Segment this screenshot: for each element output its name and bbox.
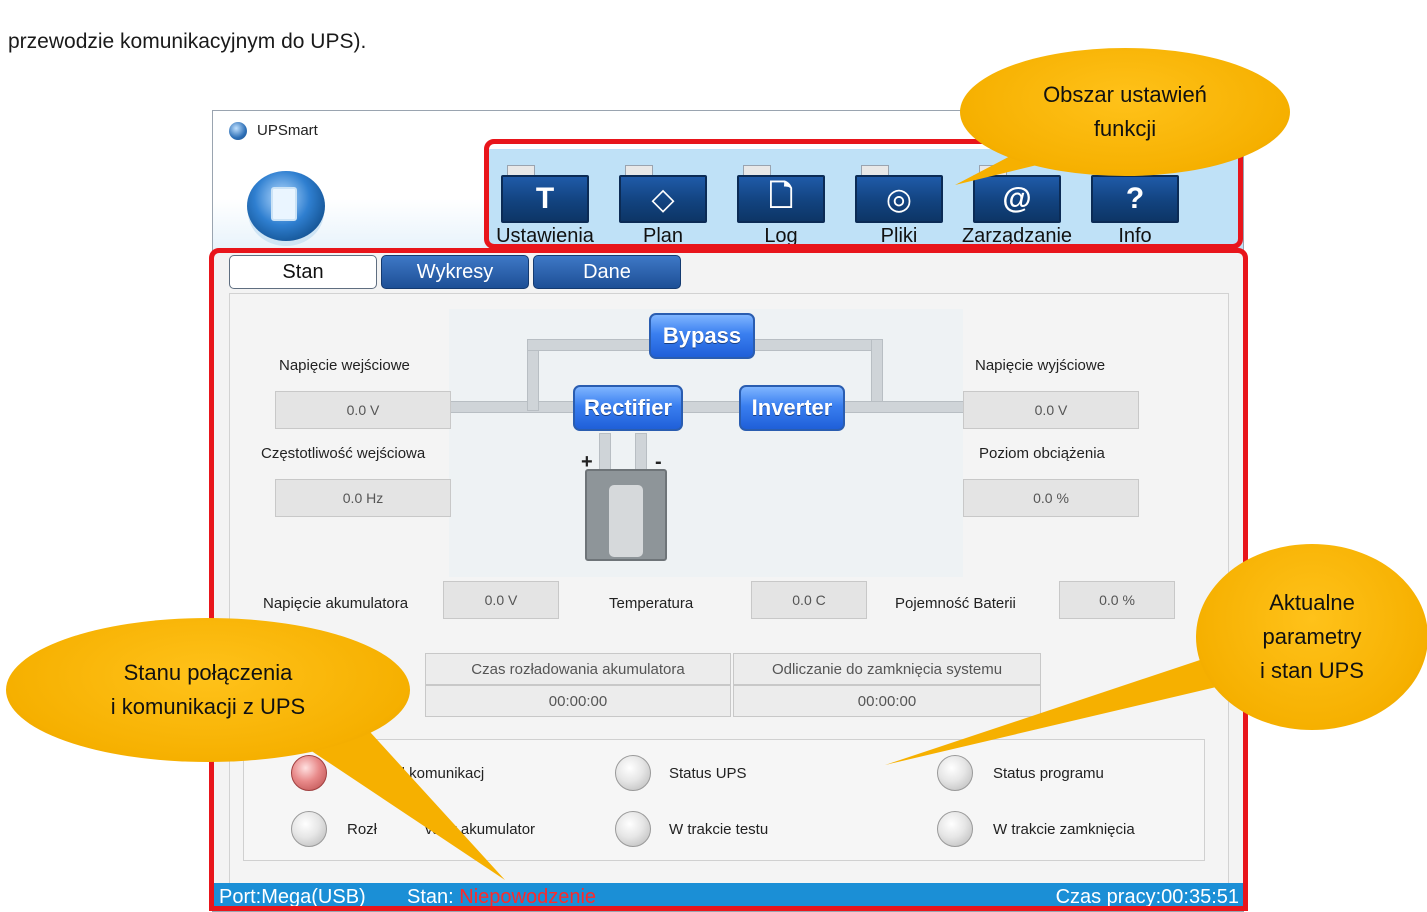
params-callout-line3: i stan UPS bbox=[1260, 658, 1364, 684]
params-callout-line2: parametry bbox=[1262, 623, 1362, 649]
connection-callout: Stanu połączenia i komunikacji z UPS bbox=[6, 618, 410, 762]
settings-callout-line1: Obszar ustawień bbox=[1043, 81, 1207, 107]
params-callout: Aktualne parametry i stan UPS bbox=[1196, 544, 1427, 730]
conn-callout-line2: i komunikacji z UPS bbox=[110, 694, 306, 719]
settings-callout-line2: funkcji bbox=[1093, 116, 1157, 141]
callout-text: Stanu połączenia i komunikacji z UPS bbox=[6, 618, 410, 762]
callout-text: Aktualne parametry i stan UPS bbox=[1196, 544, 1427, 730]
settings-callout: Obszar ustawień funkcji bbox=[960, 48, 1290, 176]
conn-callout-line1: Stanu połączenia bbox=[123, 659, 293, 685]
params-callout-line1: Aktualne bbox=[1269, 589, 1355, 615]
callout-text: Obszar ustawień funkcji bbox=[960, 48, 1290, 176]
